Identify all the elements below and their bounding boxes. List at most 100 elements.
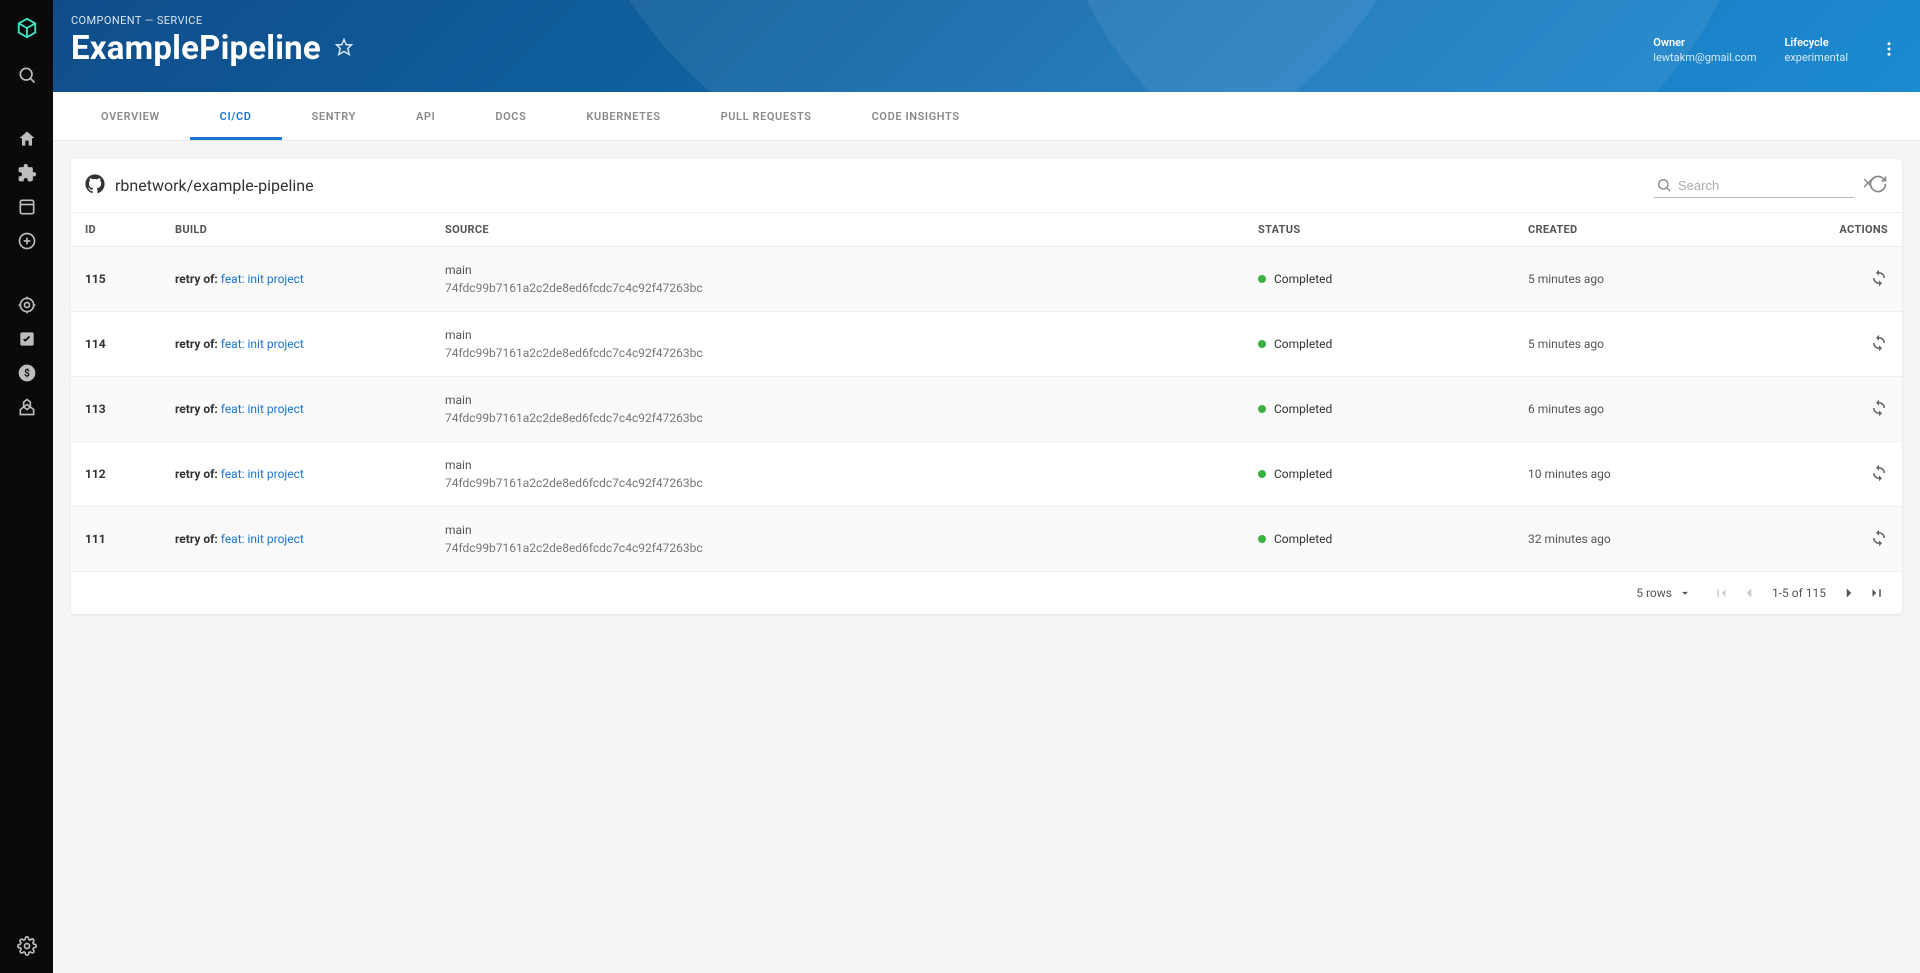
col-status[interactable]: STATUS bbox=[1258, 223, 1528, 236]
status-text: Completed bbox=[1274, 402, 1332, 416]
row-id: 112 bbox=[85, 467, 175, 481]
col-actions: ACTIONS bbox=[1798, 223, 1888, 236]
page-range: 1-5 of 115 bbox=[1772, 586, 1826, 600]
lifecycle-meta: Lifecycle experimental bbox=[1784, 36, 1848, 64]
retry-prefix: retry of: bbox=[175, 337, 221, 351]
row-created: 32 minutes ago bbox=[1528, 532, 1798, 546]
source-branch: main bbox=[445, 393, 1258, 407]
source-branch: main bbox=[445, 263, 1258, 277]
prev-page-button[interactable] bbox=[1738, 582, 1760, 604]
config-icon[interactable] bbox=[5, 390, 49, 424]
build-link[interactable]: feat: init project bbox=[221, 272, 304, 286]
status-dot-icon bbox=[1258, 535, 1266, 543]
table-row[interactable]: 114retry of: feat: init projectmain74fdc… bbox=[71, 312, 1902, 377]
tab-pull-requests[interactable]: PULL REQUESTS bbox=[691, 92, 842, 140]
rerun-icon[interactable] bbox=[1870, 529, 1888, 547]
tabs-bar: OVERVIEWCI/CDSENTRYAPIDOCSKUBERNETESPULL… bbox=[53, 92, 1920, 141]
tab-overview[interactable]: OVERVIEW bbox=[71, 92, 190, 140]
add-circle-icon[interactable] bbox=[5, 224, 49, 258]
retry-prefix: retry of: bbox=[175, 402, 221, 416]
status-text: Completed bbox=[1274, 532, 1332, 546]
refresh-icon[interactable] bbox=[1868, 174, 1888, 198]
row-build: retry of: feat: init project bbox=[175, 467, 445, 481]
row-build: retry of: feat: init project bbox=[175, 532, 445, 546]
retry-prefix: retry of: bbox=[175, 532, 221, 546]
row-source: main 74fdc99b7161a2c2de8ed6fcdc7c4c92f472… bbox=[445, 458, 1258, 490]
target-icon[interactable] bbox=[5, 288, 49, 322]
star-icon[interactable] bbox=[335, 38, 353, 60]
row-actions bbox=[1798, 464, 1888, 485]
lifecycle-value: experimental bbox=[1784, 51, 1848, 64]
tab-docs[interactable]: DOCS bbox=[465, 92, 556, 140]
table-row[interactable]: 112retry of: feat: init projectmain 74fdc… bbox=[71, 442, 1902, 507]
row-actions bbox=[1798, 529, 1888, 550]
tab-kubernetes[interactable]: KUBERNETES bbox=[556, 92, 690, 140]
puzzle-icon[interactable] bbox=[5, 156, 49, 190]
status-dot-icon bbox=[1258, 340, 1266, 348]
source-sha: 74fdc99b7161a2c2de8ed6fcdc7c4c92f47263bc bbox=[445, 411, 1258, 425]
source-branch: main bbox=[445, 458, 1258, 472]
build-link[interactable]: feat: init project bbox=[221, 467, 304, 481]
rerun-icon[interactable] bbox=[1870, 334, 1888, 352]
settings-icon[interactable] bbox=[5, 929, 49, 963]
row-created: 6 minutes ago bbox=[1528, 402, 1798, 416]
build-link[interactable]: feat: init project bbox=[221, 402, 304, 416]
col-build[interactable]: BUILD bbox=[175, 223, 445, 236]
search-input[interactable] bbox=[1678, 178, 1854, 193]
status-text: Completed bbox=[1274, 467, 1332, 481]
owner-value[interactable]: lewtakm@gmail.com bbox=[1653, 51, 1756, 64]
col-source[interactable]: SOURCE bbox=[445, 223, 1258, 236]
home-icon[interactable] bbox=[5, 122, 49, 156]
table-row[interactable]: 113retry of: feat: init projectmain74fdc… bbox=[71, 377, 1902, 442]
row-status: Completed bbox=[1258, 402, 1528, 416]
pagination: 5 rows 1-5 of 115 bbox=[71, 572, 1902, 614]
rerun-icon[interactable] bbox=[1870, 464, 1888, 482]
col-created[interactable]: CREATED bbox=[1528, 223, 1798, 236]
source-sha: 74fdc99b7161a2c2de8ed6fcdc7c4c92f47263bc bbox=[445, 476, 1258, 490]
app-logo[interactable] bbox=[11, 12, 43, 44]
rerun-icon[interactable] bbox=[1870, 269, 1888, 287]
more-vert-icon[interactable] bbox=[1876, 36, 1902, 66]
page-title: ExamplePipeline bbox=[71, 29, 321, 68]
build-link[interactable]: feat: init project bbox=[221, 337, 304, 351]
row-build: retry of: feat: init project bbox=[175, 337, 445, 351]
book-icon[interactable] bbox=[5, 190, 49, 224]
source-sha: 74fdc99b7161a2c2de8ed6fcdc7c4c92f47263bc bbox=[445, 346, 1258, 360]
rerun-icon[interactable] bbox=[1870, 399, 1888, 417]
tab-ci-cd[interactable]: CI/CD bbox=[190, 92, 282, 140]
page-header: COMPONENT — SERVICE ExamplePipeline Owne… bbox=[53, 0, 1920, 92]
row-source: main 74fdc99b7161a2c2de8ed6fcdc7c4c92f472… bbox=[445, 263, 1258, 295]
rows-per-page[interactable]: 5 rows bbox=[1636, 586, 1692, 600]
tab-api[interactable]: API bbox=[386, 92, 465, 140]
row-created: 5 minutes ago bbox=[1528, 337, 1798, 351]
row-created: 5 minutes ago bbox=[1528, 272, 1798, 286]
table-header: ID BUILD SOURCE STATUS CREATED ACTIONS bbox=[71, 213, 1902, 247]
chevron-down-icon bbox=[1678, 586, 1692, 600]
repo-name[interactable]: rbnetwork/example-pipeline bbox=[115, 176, 314, 195]
row-id: 113 bbox=[85, 402, 175, 416]
source-branch: main bbox=[445, 328, 1258, 342]
first-page-button[interactable] bbox=[1710, 582, 1732, 604]
row-source: main 74fdc99b7161a2c2de8ed6fcdc7c4c92f472… bbox=[445, 393, 1258, 425]
table-row[interactable]: 115retry of: feat: init projectmain74fdc… bbox=[71, 247, 1902, 312]
row-source: main74fdc99b7161a2c2de8ed6fcdc7c4c92f472… bbox=[445, 523, 1258, 555]
col-id[interactable]: ID bbox=[85, 223, 175, 236]
row-build: retry of: feat: init project bbox=[175, 402, 445, 416]
build-link[interactable]: feat: init project bbox=[221, 532, 304, 546]
breadcrumb: COMPONENT — SERVICE bbox=[71, 14, 353, 27]
owner-meta: Owner lewtakm@gmail.com bbox=[1653, 36, 1756, 64]
tab-code-insights[interactable]: CODE INSIGHTS bbox=[842, 92, 990, 140]
row-status: Completed bbox=[1258, 532, 1528, 546]
checklist-icon[interactable] bbox=[5, 322, 49, 356]
tab-sentry[interactable]: SENTRY bbox=[282, 92, 386, 140]
builds-card: rbnetwork/example-pipeline bbox=[71, 159, 1902, 614]
row-id: 115 bbox=[85, 272, 175, 286]
source-sha: 74fdc99b7161a2c2de8ed6fcdc7c4c92f47263bc bbox=[445, 281, 1258, 295]
next-page-button[interactable] bbox=[1838, 582, 1860, 604]
dollar-icon[interactable]: $ bbox=[5, 356, 49, 390]
last-page-button[interactable] bbox=[1866, 582, 1888, 604]
row-created: 10 minutes ago bbox=[1528, 467, 1798, 481]
search-icon[interactable] bbox=[5, 58, 49, 92]
search-field[interactable] bbox=[1654, 173, 1854, 198]
table-row[interactable]: 111retry of: feat: init projectmain74fdc… bbox=[71, 507, 1902, 572]
